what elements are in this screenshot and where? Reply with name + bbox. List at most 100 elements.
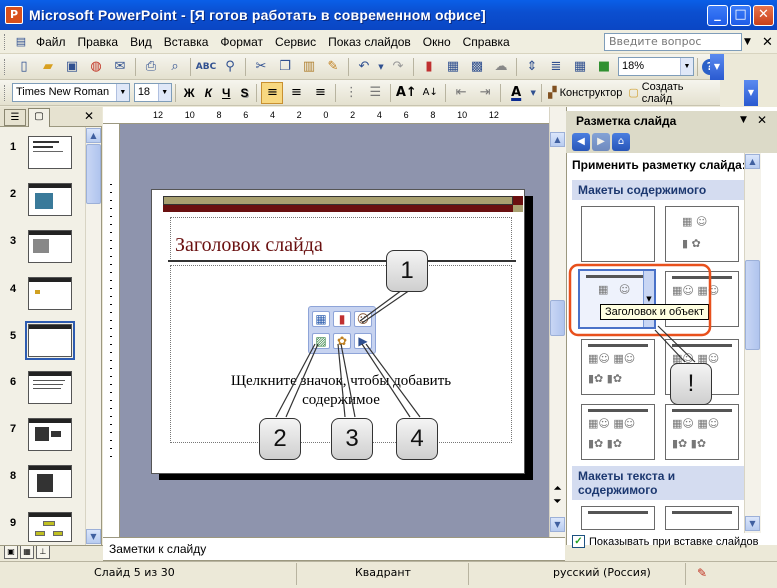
spelling-status-icon[interactable]: ✎ (697, 566, 707, 580)
chevron-down-icon[interactable]: ▼ (115, 84, 129, 101)
layout-content[interactable]: ▦ ☺ ▮ ✿ (665, 206, 739, 262)
increase-font-icon[interactable]: A↑ (395, 82, 417, 104)
maximize-button[interactable]: □ (730, 5, 751, 26)
new-slide-button[interactable]: ▢ Создать слайд (625, 81, 720, 105)
scroll-thumb[interactable] (86, 144, 101, 204)
spelling-icon[interactable]: ABC (195, 56, 217, 78)
layout-two-content-and-text[interactable]: ▦☺ ▦☺ ▮✿ ▮✿ (581, 339, 655, 395)
notes-pane[interactable]: Заметки к слайду (103, 537, 565, 561)
content-placeholder-text[interactable]: Щелкните значок, чтобы добавить содержим… (196, 372, 486, 410)
slide-thumbnail-1[interactable] (28, 136, 72, 169)
horizontal-ruler[interactable]: 12 10 8 6 4 2 0 2 4 6 8 10 12 (103, 107, 549, 124)
show-formatting-icon[interactable]: ≣ (545, 56, 567, 78)
save-icon[interactable]: ▣ (61, 56, 83, 78)
back-icon[interactable]: ◀ (572, 133, 590, 151)
title-placeholder-text[interactable]: Заголовок слайда (175, 234, 323, 257)
close-pane-icon[interactable]: ✕ (757, 113, 767, 127)
menu-window[interactable]: Окно (417, 33, 457, 51)
numbering-icon[interactable]: ⋮ (340, 82, 362, 104)
scroll-thumb[interactable] (550, 300, 565, 336)
tab-outline[interactable]: ☰ (4, 109, 26, 126)
scroll-down-icon[interactable]: ▼ (86, 529, 101, 544)
bold-button[interactable]: Ж (179, 86, 200, 100)
scroll-up-icon[interactable]: ▲ (86, 128, 101, 143)
insert-table-icon[interactable]: ▦ (442, 56, 464, 78)
cut-icon[interactable]: ✂ (250, 56, 272, 78)
slide-thumbnail-2[interactable] (28, 183, 72, 216)
print-preview-icon[interactable]: ⌕ (164, 56, 186, 78)
layout-four-content[interactable]: ▦☺ ▦☺ ▮✿ ▮✿ (581, 404, 655, 460)
slide-thumbnail-6[interactable] (28, 371, 72, 404)
menu-view[interactable]: Вид (124, 33, 158, 51)
forward-icon[interactable]: ▶ (592, 133, 610, 151)
show-on-insert-option[interactable]: ✓ Показывать при вставке слайдов (572, 535, 759, 548)
insert-diagram-icon[interactable]: ✿ (333, 333, 351, 349)
bullets-icon[interactable]: ☰ (364, 82, 386, 104)
slide-thumbnail-8[interactable] (28, 465, 72, 498)
toolbar-grip[interactable] (4, 58, 8, 75)
slide-thumbnail-5[interactable] (25, 321, 75, 360)
toolbar-grip[interactable] (4, 84, 8, 101)
menu-edit[interactable]: Правка (72, 33, 125, 51)
copy-icon[interactable]: ❐ (274, 56, 296, 78)
next-slide-icon[interactable]: ⏷ (550, 497, 565, 509)
powerpoint-app-icon[interactable]: P (5, 6, 23, 24)
menu-help[interactable]: Справка (457, 33, 516, 51)
align-right-icon[interactable]: ≡ (309, 82, 331, 104)
email-icon[interactable]: ✉ (109, 56, 131, 78)
show-grid-icon[interactable]: ▦ (569, 56, 591, 78)
menu-insert[interactable]: Вставка (158, 33, 215, 51)
scroll-down-icon[interactable]: ▼ (745, 516, 760, 531)
layout-text-content-1[interactable] (581, 506, 655, 530)
tab-slides[interactable]: ▢ (28, 108, 50, 127)
font-name-combo[interactable]: Times New Roman ▼ (12, 83, 130, 102)
slide-thumbnail-9[interactable] (28, 512, 72, 542)
chevron-down-icon[interactable]: ▼ (744, 37, 751, 47)
menu-slideshow[interactable]: Показ слайдов (322, 33, 417, 51)
zoom-combo[interactable]: 18% ▼ (618, 57, 694, 76)
layout-blank[interactable] (581, 206, 655, 262)
decrease-font-icon[interactable]: A↓ (419, 82, 441, 104)
increase-indent-icon[interactable]: ⇥ (474, 82, 496, 104)
redo-icon[interactable]: ↷ (387, 56, 409, 78)
scroll-thumb[interactable] (745, 260, 760, 350)
insert-media-icon[interactable]: ▶ (354, 333, 372, 349)
undo-icon[interactable]: ↶ (353, 56, 375, 78)
scroll-down-icon[interactable]: ▼ (550, 517, 565, 532)
chevron-down-icon[interactable]: ▼ (680, 58, 693, 75)
color-grayscale-icon[interactable]: ■ (593, 56, 615, 78)
align-center-icon[interactable]: ≡ (285, 82, 307, 104)
insert-diagram-icon[interactable]: ☁ (490, 56, 512, 78)
font-color-icon[interactable]: A (505, 82, 527, 104)
chevron-down-icon[interactable]: ▼ (157, 84, 171, 101)
permission-icon[interactable]: ◍ (85, 56, 107, 78)
document-icon[interactable]: ▤ (13, 34, 29, 50)
menu-tools[interactable]: Сервис (269, 33, 322, 51)
insert-chart-icon[interactable]: ▮ (418, 56, 440, 78)
slide-thumbnail-3[interactable] (28, 230, 72, 263)
content-placeholder[interactable] (170, 265, 512, 443)
scroll-up-icon[interactable]: ▲ (745, 154, 760, 169)
slide-thumbnail-4[interactable] (28, 277, 72, 310)
format-painter-icon[interactable]: ✎ (322, 56, 344, 78)
layout-four-content-alt[interactable]: ▦☺ ▦☺ ▮✿ ▮✿ (665, 404, 739, 460)
print-icon[interactable]: ⎙ (140, 56, 162, 78)
research-icon[interactable]: ⚲ (219, 56, 241, 78)
insert-clipart-icon[interactable]: ☺ (354, 311, 372, 327)
help-search-input[interactable]: Введите вопрос (604, 33, 742, 51)
close-document-icon[interactable]: ✕ (762, 35, 773, 50)
toolbar-options-icon[interactable]: ▼ (710, 54, 724, 80)
menu-file[interactable]: Файл (30, 33, 72, 51)
chevron-down-icon[interactable]: ▼ (529, 82, 537, 104)
designer-button[interactable]: ▞ Конструктор (545, 86, 625, 100)
section-text-and-content-layouts[interactable]: Макеты текста и содержимого (572, 466, 744, 500)
italic-button[interactable]: К (200, 86, 217, 100)
close-button[interactable]: ✕ (753, 5, 774, 26)
font-size-combo[interactable]: 18 ▼ (133, 83, 172, 102)
home-icon[interactable]: ⌂ (612, 133, 630, 151)
align-left-icon[interactable]: ≡ (261, 81, 284, 104)
layout-text-content-2[interactable] (665, 506, 739, 530)
insert-table-icon[interactable]: ▦ (312, 311, 330, 327)
show-on-insert-checkbox[interactable]: ✓ (572, 535, 585, 548)
scroll-up-icon[interactable]: ▲ (550, 132, 565, 147)
